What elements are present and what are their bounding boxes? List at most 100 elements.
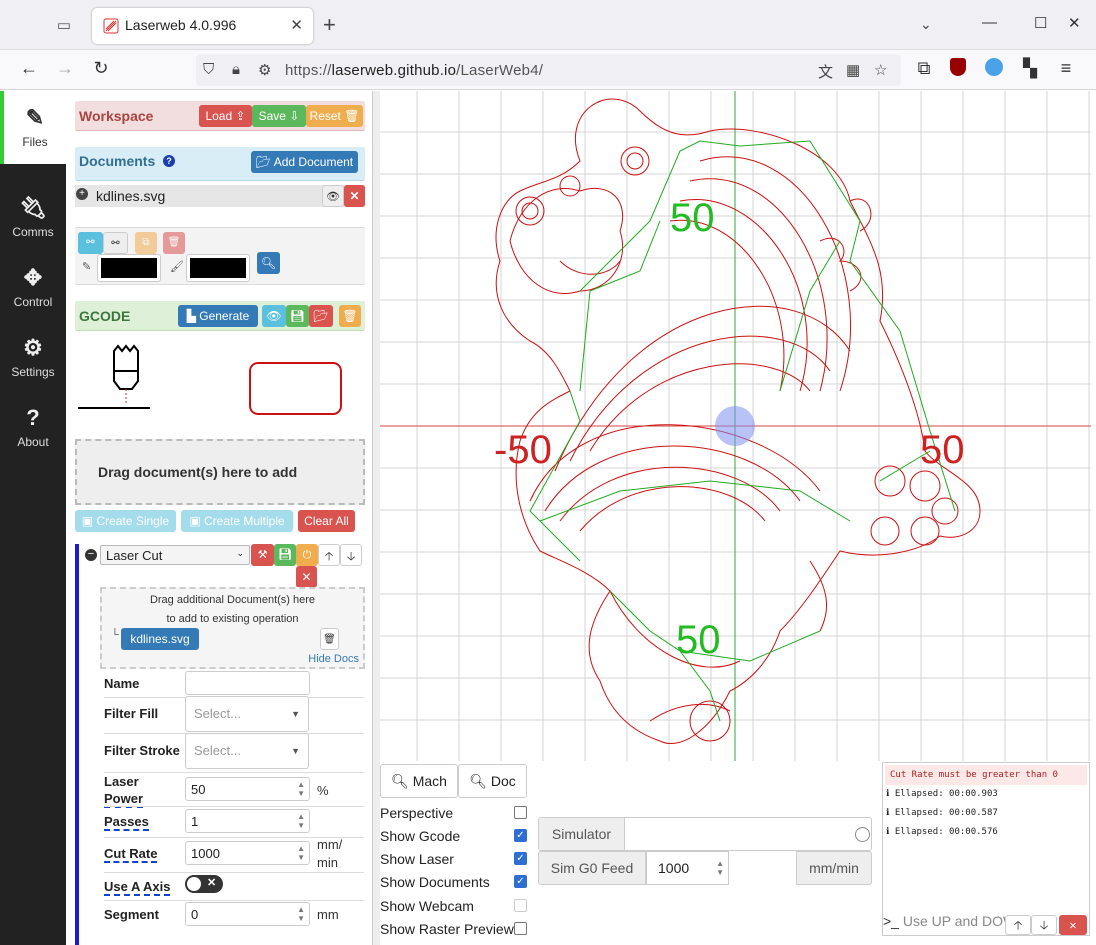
- trash-icon[interactable]: 🗑︎: [163, 232, 185, 254]
- extensions-icon[interactable]: ⧉: [912, 58, 936, 79]
- sidebar-item-settings[interactable]: ⚙ Settings: [0, 321, 66, 391]
- select-none-icon[interactable]: ⚯: [103, 232, 128, 254]
- apps-grid-icon[interactable]: ▚: [1018, 58, 1042, 79]
- workspace-viewport[interactable]: 50 -50 50 50: [380, 91, 1091, 761]
- help-icon[interactable]: ?: [163, 155, 175, 167]
- cut-preview-shape: [249, 362, 342, 415]
- viewport-canvas[interactable]: 50 -50 50 50: [380, 91, 1091, 761]
- laser-power-input[interactable]: 50 ▲ ▼: [185, 777, 310, 801]
- collapse-icon[interactable]: −: [85, 549, 97, 561]
- simulator-slider[interactable]: [855, 827, 870, 842]
- magic-wand-icon[interactable]: ⚒: [251, 544, 274, 566]
- zoom-document-icon[interactable]: 🔍︎: [257, 252, 280, 274]
- create-multiple-button[interactable]: ▣ Create Multiple: [181, 510, 293, 532]
- extension-icon[interactable]: [982, 58, 1006, 81]
- passes-label: Passes: [104, 814, 149, 831]
- back-icon[interactable]: ←: [17, 58, 41, 79]
- save-operation-icon[interactable]: 💾︎: [274, 544, 296, 566]
- move-down-icon[interactable]: 🡣: [340, 544, 362, 566]
- delete-operation-icon[interactable]: ✕: [296, 566, 317, 588]
- doc-view-button[interactable]: 🔍︎ Doc: [458, 764, 527, 798]
- cut-rate-input[interactable]: 1000 ▲ ▼: [185, 841, 310, 865]
- generate-gcode-button[interactable]: ▙ Generate: [178, 305, 258, 327]
- remove-document-icon[interactable]: ✕: [344, 185, 365, 207]
- window-close-icon[interactable]: ✕: [1068, 14, 1081, 32]
- history-up-icon[interactable]: 🡡: [1005, 915, 1031, 935]
- operation-dropzone[interactable]: Drag additional Document(s) here to add …: [100, 587, 365, 669]
- sim-feed-input[interactable]: 1000 ▲ ▼: [646, 851, 729, 885]
- clone-icon[interactable]: ⧉: [135, 232, 157, 254]
- sidebar-item-label: About: [17, 435, 49, 449]
- ublock-icon[interactable]: [946, 58, 970, 81]
- translate-icon[interactable]: 文: [818, 61, 833, 82]
- option-label: Show Webcam: [380, 898, 474, 914]
- toggle-operation-icon[interactable]: ⏻: [296, 544, 318, 566]
- view-gcode-icon[interactable]: 👁︎: [262, 305, 286, 327]
- panel-splitter[interactable]: [372, 91, 380, 945]
- name-input[interactable]: [185, 671, 310, 695]
- operation-type-select[interactable]: Laser Cut ⌄: [100, 545, 250, 565]
- load-button[interactable]: Load ⇪: [199, 105, 252, 127]
- maximize-icon[interactable]: ☐: [1034, 14, 1047, 32]
- expand-icon[interactable]: +: [76, 188, 88, 200]
- option-label: Show Laser: [380, 851, 454, 867]
- perspective-checkbox[interactable]: [514, 806, 527, 819]
- reset-button[interactable]: Reset 🗑︎: [306, 105, 363, 127]
- document-dropzone[interactable]: Drag document(s) here to add: [75, 439, 365, 505]
- hide-docs-link[interactable]: Hide Docs: [308, 653, 359, 665]
- sidebar-item-comms[interactable]: 🔌︎ Comms: [0, 181, 66, 251]
- clear-all-button[interactable]: Clear All: [298, 510, 355, 532]
- show-webcam-checkbox[interactable]: [514, 899, 527, 912]
- mach-view-button[interactable]: 🔍︎ Mach: [380, 764, 458, 798]
- sidebar-item-label: Files: [22, 135, 48, 149]
- filter-stroke-select[interactable]: Select... ▼: [185, 733, 309, 769]
- url-bar[interactable]: ⛉ 🔒︎ ⚙ https://laserweb.github.io/LaserW…: [196, 54, 901, 86]
- show-gcode-checkbox[interactable]: ✓: [514, 829, 527, 842]
- move-up-icon[interactable]: 🡡: [318, 544, 340, 566]
- use-a-axis-toggle[interactable]: ✕: [185, 875, 223, 893]
- tab-close-icon[interactable]: ✕: [290, 16, 303, 34]
- forward-icon[interactable]: →: [53, 58, 77, 79]
- history-down-icon[interactable]: 🡣: [1031, 915, 1057, 935]
- select-all-icon[interactable]: ⚯: [78, 232, 103, 254]
- simulator-label: Simulator: [539, 818, 625, 850]
- document-row[interactable]: + kdlines.svg 👁︎ ✕: [75, 185, 365, 207]
- sidebar-item-control[interactable]: ✥ Control: [0, 251, 66, 321]
- sidebar-item-files[interactable]: ✎ Files: [0, 91, 66, 164]
- create-single-button[interactable]: ▣ Create Single: [75, 510, 176, 532]
- remove-doc-icon[interactable]: 🗑︎: [320, 628, 339, 650]
- minimize-icon[interactable]: —: [982, 14, 997, 31]
- segment-unit: mm: [317, 907, 339, 922]
- menu-icon[interactable]: ≡: [1054, 58, 1078, 79]
- save-gcode-icon[interactable]: 💾︎: [286, 305, 309, 327]
- show-raster-preview-checkbox[interactable]: [514, 922, 527, 935]
- browser-tab[interactable]: Laserweb 4.0.996 ✕: [92, 8, 313, 44]
- sidebar-item-about[interactable]: ? About: [0, 391, 66, 461]
- show-laser-checkbox[interactable]: ✓: [514, 852, 527, 865]
- stroke-color-input[interactable]: [97, 254, 161, 282]
- new-tab-icon[interactable]: +: [323, 14, 336, 36]
- chevron-down-icon[interactable]: ⌄: [920, 16, 932, 33]
- console-input[interactable]: >_ Use UP and DOWN: [883, 913, 1005, 935]
- load-gcode-icon[interactable]: 📂︎: [309, 305, 333, 327]
- reload-icon[interactable]: ↻: [89, 58, 113, 79]
- add-document-button[interactable]: 📂︎ Add Document: [251, 151, 358, 173]
- permissions-icon[interactable]: ⚙: [258, 61, 271, 79]
- segment-input[interactable]: 0 ▲ ▼: [185, 902, 310, 926]
- clear-console-icon[interactable]: ✕: [1059, 915, 1087, 935]
- qr-code-icon[interactable]: ▦: [846, 61, 860, 79]
- passes-input[interactable]: 1 ▲ ▼: [185, 809, 310, 833]
- filter-fill-select[interactable]: Select... ▼: [185, 696, 309, 732]
- bookmark-star-icon[interactable]: ☆: [874, 61, 887, 79]
- stepper-icon: ▲ ▼: [716, 859, 724, 877]
- eye-icon[interactable]: 👁︎: [322, 185, 344, 207]
- show-documents-checkbox[interactable]: ✓: [514, 875, 527, 888]
- tab-list-icon[interactable]: ▭: [52, 14, 76, 38]
- lock-icon[interactable]: 🔒︎: [232, 61, 240, 78]
- clear-gcode-icon[interactable]: 🗑︎: [339, 305, 361, 327]
- save-button[interactable]: Save ⇩: [252, 105, 306, 127]
- operation-document-chip[interactable]: kdlines.svg: [121, 628, 199, 650]
- fill-color-input[interactable]: [186, 254, 250, 282]
- use-a-axis-label: Use A Axis: [104, 879, 171, 896]
- shield-icon[interactable]: ⛉: [203, 61, 214, 78]
